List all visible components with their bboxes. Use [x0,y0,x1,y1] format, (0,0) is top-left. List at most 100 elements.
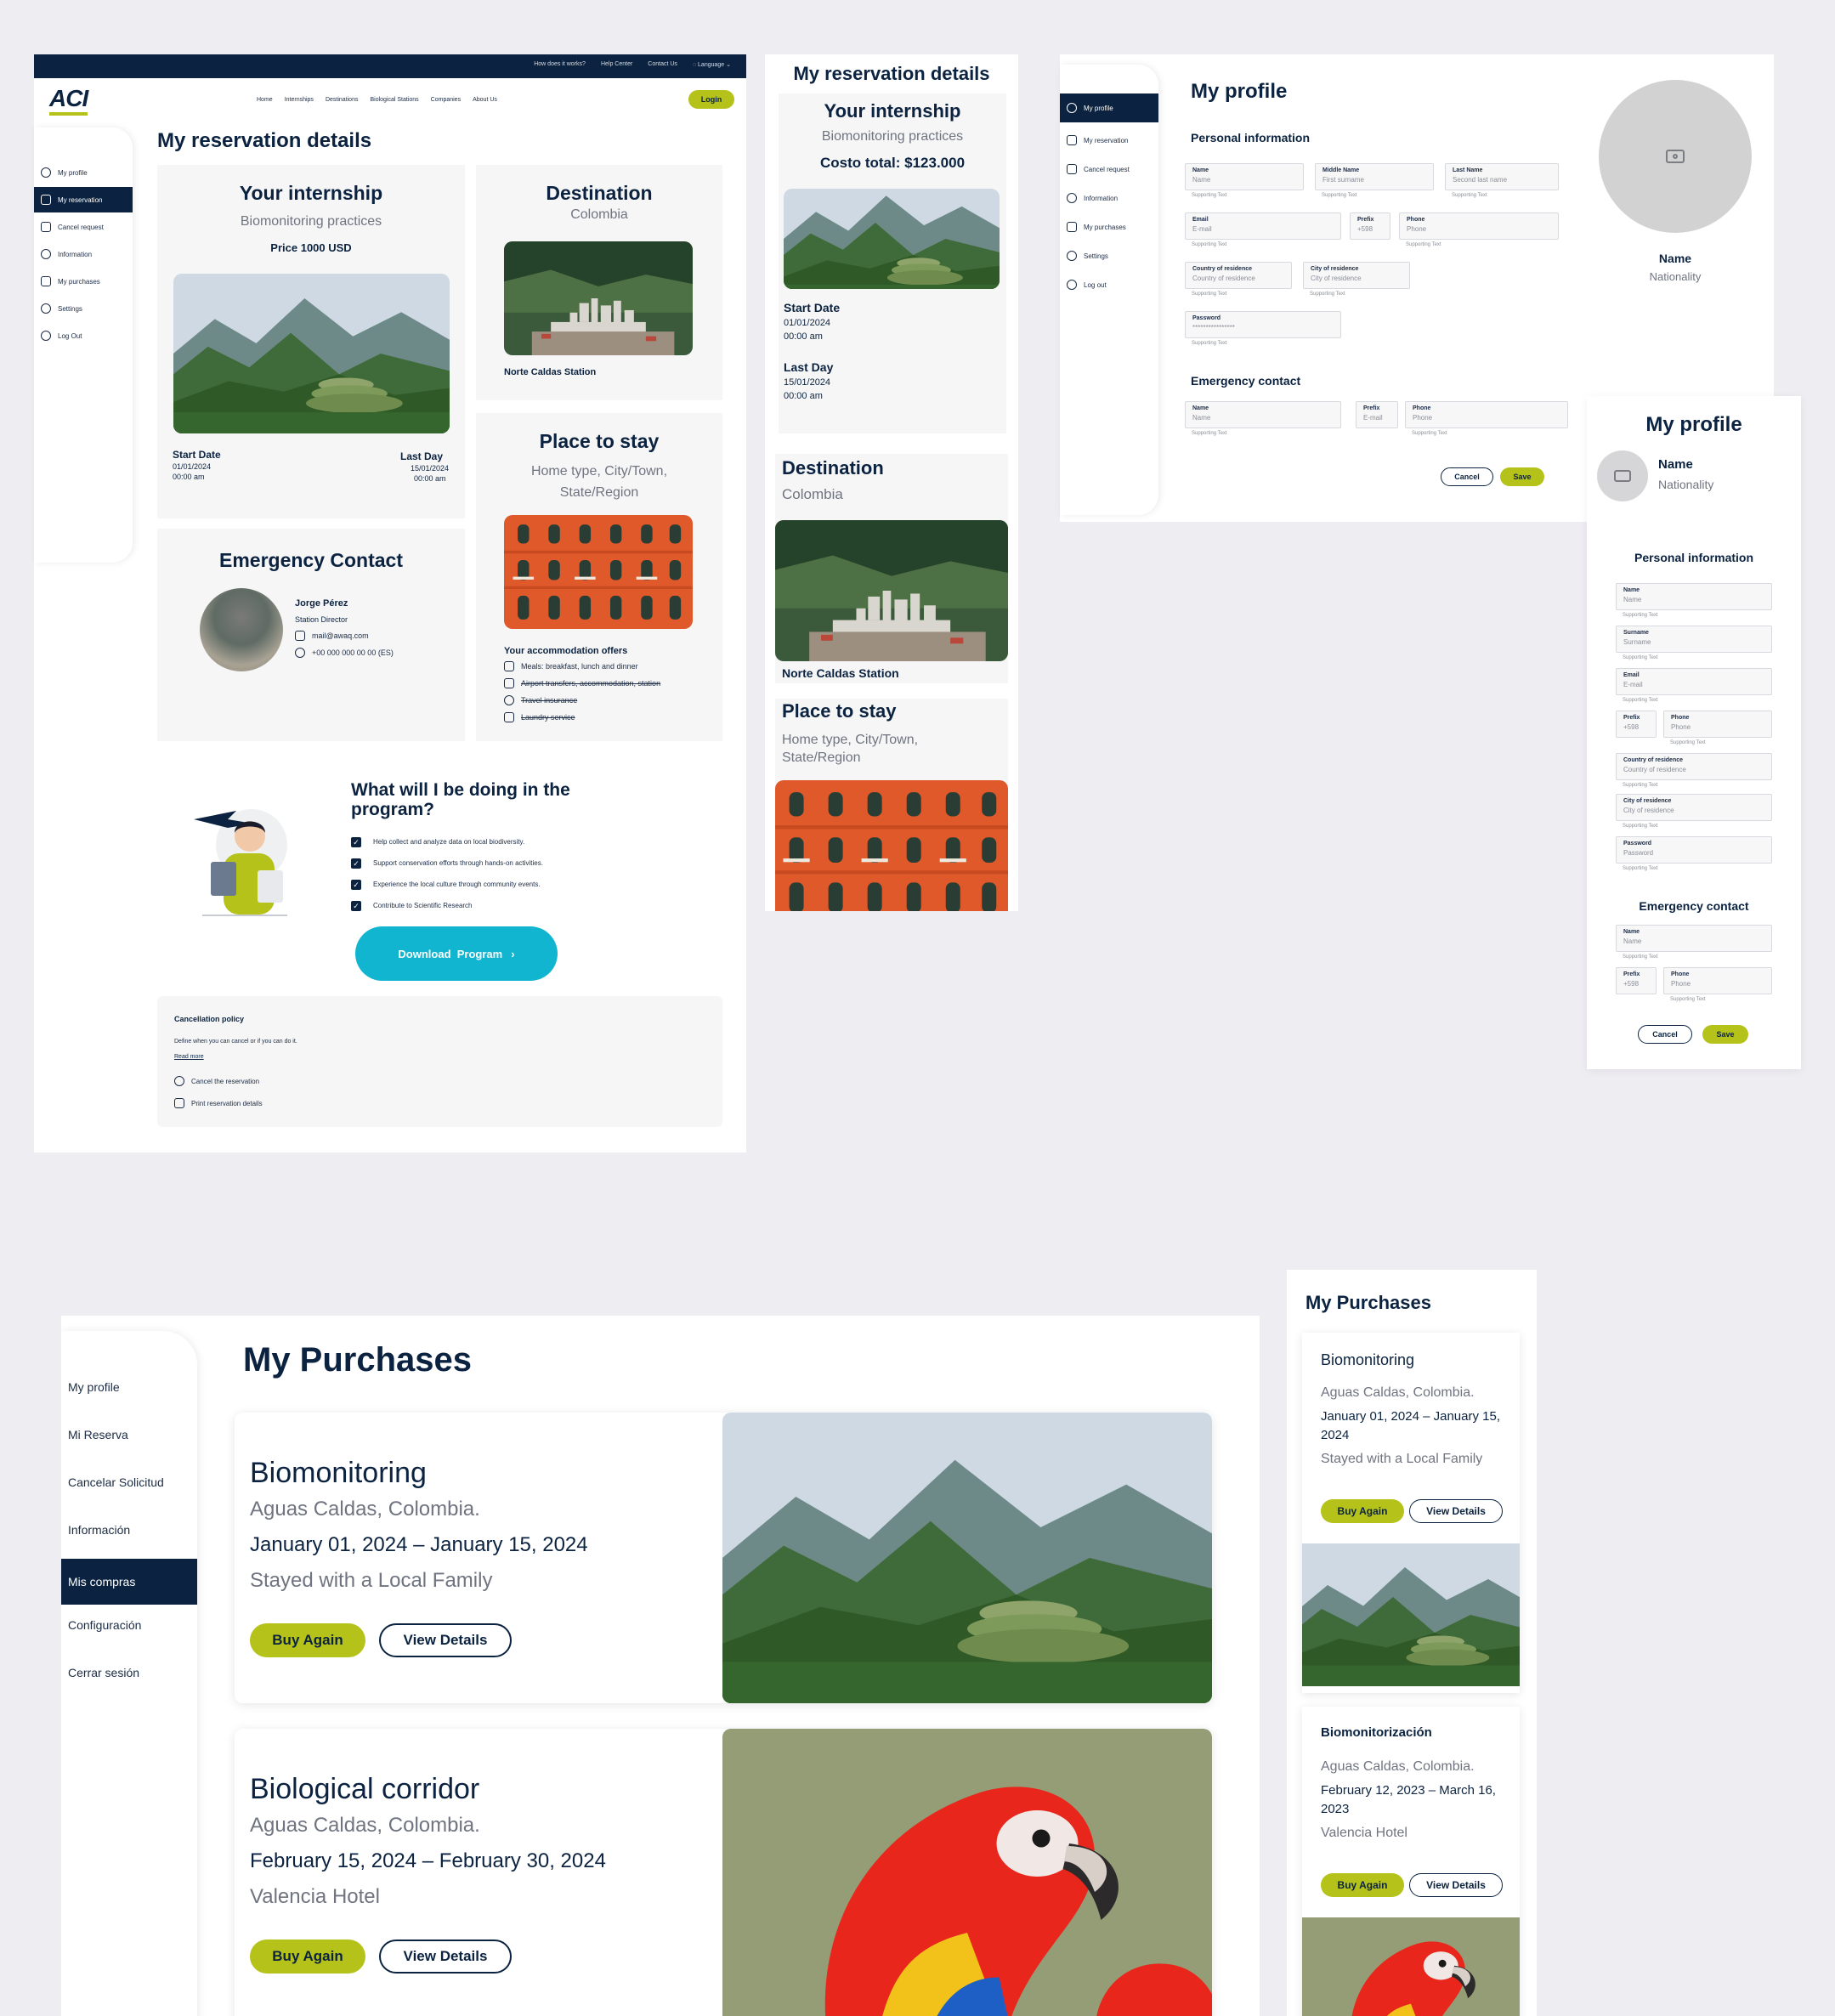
purchases-sidebar-item-cancelar-solicitud[interactable]: Cancelar Solicitud [61,1469,197,1496]
purchases-sidebar-item-cerrar-sesion[interactable]: Cerrar sesión [61,1659,197,1686]
profile-cancel-button[interactable]: Cancel [1441,467,1493,486]
phone-icon [295,648,305,658]
city-field[interactable]: City of residence City of residence [1303,262,1410,289]
purchases-sidebar-item-my-profile[interactable]: My profile [61,1373,197,1401]
mobile-end-time: 00:00 am [784,391,823,401]
mobile-end-date: 15/01/2024 [784,377,831,388]
place-to-stay-panel: Place to stay Home type, City/Town, Stat… [476,413,722,741]
email-field[interactable]: Email E-mail [1185,212,1341,240]
mobile-password-field[interactable]: Password Password [1616,836,1772,864]
purchases-sidebar-item-informacion[interactable]: Información [61,1516,197,1543]
cancel-reservation-action[interactable]: Cancel the reservation [174,1076,259,1086]
profile-save-button[interactable]: Save [1500,467,1544,486]
prefix-field[interactable]: Prefix +598 [1350,212,1390,240]
nav-biological-stations[interactable]: Biological Stations [370,97,418,103]
profile-sidebar-item-my-purchases[interactable]: My purchases [1060,216,1158,238]
sidebar-item-information[interactable]: Information [34,243,133,265]
aci-logo[interactable]: ACI [49,85,88,116]
help-center-link[interactable]: Help Center [601,61,632,68]
nav-about-us[interactable]: About Us [473,97,497,103]
mobile-profile-save-button[interactable]: Save [1702,1025,1748,1044]
view-details-button[interactable]: View Details [379,1623,512,1657]
mobile-phone-field[interactable]: Phone Phone [1663,711,1772,738]
supporting-text: Supporting Text [1623,954,1658,960]
contact-us-link[interactable]: Contact Us [648,61,677,68]
supporting-text: Supporting Text [1192,193,1227,198]
nav-companies[interactable]: Companies [431,97,461,103]
name-field[interactable]: Name Name [1185,163,1304,190]
mobile-emergency-name-field[interactable]: Name Name [1616,925,1772,952]
checkbox-checked-icon[interactable]: ✓ [351,836,361,847]
language-selector[interactable]: ◌ Language ⌄ [693,61,731,68]
emergency-phone-field[interactable]: Phone Phone [1405,401,1568,428]
checkbox-checked-icon[interactable]: ✓ [351,879,361,890]
profile-sidebar-item-cancel-request[interactable]: Cancel request [1060,158,1158,180]
supporting-text: Supporting Text [1623,698,1658,703]
mobile-view-details-button[interactable]: View Details [1409,1499,1503,1523]
profile-sidebar-item-my-profile[interactable]: My profile [1060,93,1158,122]
sidebar-item-my-reservation[interactable]: My reservation [34,187,133,212]
how-it-works-link[interactable]: How does it works? [534,61,586,68]
middle-name-field[interactable]: Middle Name First surname [1315,163,1434,190]
mobile-profile-cancel-button[interactable]: Cancel [1638,1025,1692,1044]
mobile-email-field[interactable]: Email E-mail [1616,668,1772,695]
nav-destinations[interactable]: Destinations [326,97,359,103]
program-title: What will I be doing in the program? [351,780,570,819]
purchases-sidebar-item-configuracion[interactable]: Configuración [61,1611,197,1639]
program-item: ✓ Contribute to Scientific Research [351,895,543,916]
last-name-field[interactable]: Last Name Second last name [1445,163,1559,190]
contact-email-row: mail@awaq.com [295,631,369,641]
mobile-prefix-field[interactable]: Prefix +598 [1616,711,1657,738]
download-program-button[interactable]: Download Program › [355,926,558,981]
mobile-buy-again-button[interactable]: Buy Again [1321,1873,1404,1897]
profile-sidebar-item-settings[interactable]: Settings [1060,245,1158,267]
mobile-surname-field[interactable]: Surname Surname [1616,626,1772,653]
profile-sidebar-item-information[interactable]: Information [1060,187,1158,209]
sidebar-item-my-purchases[interactable]: My purchases [34,270,133,292]
sidebar-item-settings[interactable]: Settings [34,297,133,320]
mobile-purchase-name: Biomonitoring [1321,1351,1415,1368]
mobile-buy-again-button[interactable]: Buy Again [1321,1499,1404,1523]
login-button[interactable]: Login [688,90,734,109]
program-item: ✓ Experience the local culture through co… [351,874,543,895]
sidebar-item-my-profile[interactable]: My profile [34,161,133,184]
offer-meals: Meals: breakfast, lunch and dinner [504,661,638,671]
station-name: Norte Caldas Station [504,367,597,377]
sidebar-item-cancel-request[interactable]: Cancel request [34,216,133,238]
emergency-prefix-field[interactable]: Prefix E-mail [1356,401,1398,428]
purchase-card: Biomonitoring Aguas Caldas, Colombia. Ja… [235,1413,1212,1703]
buy-again-button[interactable]: Buy Again [250,1940,365,1974]
purchases-sidebar-item-mis-compras[interactable]: Mis compras [61,1559,197,1605]
nav-home[interactable]: Home [257,97,273,103]
mobile-emergency-prefix-field[interactable]: Prefix +598 [1616,967,1657,994]
read-more-link[interactable]: Read more [174,1054,204,1060]
mobile-view-details-button[interactable]: View Details [1409,1873,1503,1897]
mobile-city-field[interactable]: City of residence City of residence [1616,794,1772,821]
view-details-button[interactable]: View Details [379,1940,512,1974]
buy-again-button[interactable]: Buy Again [250,1623,365,1657]
internship-photo [173,274,450,433]
mobile-country-field[interactable]: Country of residence Country of residence [1616,753,1772,780]
mobile-start-date: 01/01/2024 [784,318,831,328]
destination-title: Destination [546,182,653,204]
start-time-value: 00:00 am [173,473,205,481]
avatar-placeholder[interactable] [1599,80,1752,233]
purchases-sidebar-item-mi-reserva[interactable]: Mi Reserva [61,1421,197,1448]
print-reservation-action[interactable]: Print reservation details [174,1098,263,1108]
nav-internships[interactable]: Internships [285,97,314,103]
sidebar-item-log-out[interactable]: Log Out [34,325,133,347]
mobile-emergency-phone-field[interactable]: Phone Phone [1663,967,1772,994]
mobile-internship-photo [784,189,1000,289]
profile-sidebar-item-log-out[interactable]: Log out [1060,274,1158,296]
phone-field[interactable]: Phone Phone [1399,212,1559,240]
country-field[interactable]: Country of residence Country of residence [1185,262,1292,289]
profile-sidebar-item-my-reservation[interactable]: My reservation [1060,129,1158,151]
bus-icon [504,678,514,688]
emergency-name-field[interactable]: Name Name [1185,401,1341,428]
password-field[interactable]: Password **************** [1185,311,1341,338]
checkbox-checked-icon[interactable]: ✓ [351,858,361,869]
mobile-name-field[interactable]: Name Name [1616,583,1772,610]
supporting-text: Supporting Text [1670,997,1706,1002]
mobile-avatar[interactable] [1597,450,1648,501]
checkbox-checked-icon[interactable]: ✓ [351,900,361,911]
